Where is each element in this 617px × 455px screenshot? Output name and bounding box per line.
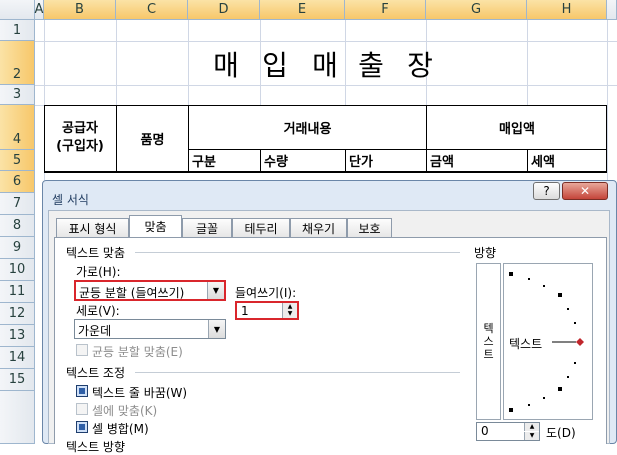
gridline: [116, 20, 117, 105]
row-header-12[interactable]: 12: [0, 303, 35, 325]
column-header-d[interactable]: D: [188, 0, 260, 20]
table-divider: [527, 149, 528, 173]
cell-supplier-line2: (구입자): [56, 139, 104, 154]
row-header-13[interactable]: 13: [0, 325, 35, 347]
orientation-label: 방향: [474, 246, 497, 260]
orientation-text: 텍스트: [509, 337, 543, 351]
indent-spinner[interactable]: 1 ▲ ▼: [235, 301, 299, 320]
row-header-15[interactable]: 15: [0, 369, 35, 391]
spinner-up-icon[interactable]: ▲: [524, 423, 539, 431]
vertical-alignment-select[interactable]: 가운데 ▼: [74, 319, 226, 339]
text-direction-group-label: 텍스트 방향: [66, 440, 126, 454]
row-header-10[interactable]: 10: [0, 259, 35, 281]
merge-cells-checkbox[interactable]: [76, 421, 88, 433]
cell-item-name[interactable]: 품명: [117, 125, 188, 151]
gridline: [35, 85, 617, 86]
vertical-text-char: 스: [483, 335, 494, 348]
row-header-1[interactable]: 1: [0, 20, 35, 41]
column-header-h[interactable]: H: [527, 0, 607, 20]
row-header-4[interactable]: 4: [0, 105, 35, 150]
vertical-label: 세로(V):: [76, 304, 120, 318]
shrink-to-fit-checkbox[interactable]: [76, 403, 88, 415]
row-header-14[interactable]: 14: [0, 347, 35, 369]
row-header-9[interactable]: 9: [0, 237, 35, 259]
orientation-dial[interactable]: 텍스트: [503, 263, 593, 420]
column-header-a[interactable]: A: [35, 0, 44, 20]
shrink-to-fit-label: 셀에 맞춤(K): [92, 404, 158, 418]
row-header-16[interactable]: [0, 391, 35, 444]
text-alignment-group-label: 텍스트 맞춤: [66, 246, 126, 260]
gridline: [527, 20, 528, 105]
row-header-5[interactable]: 5: [0, 150, 35, 171]
dialog-title: 셀 서식: [52, 193, 89, 207]
cell-supplier[interactable]: 공급자 (구입자): [45, 112, 115, 164]
row-header-11[interactable]: 11: [0, 281, 35, 303]
help-button[interactable]: ?: [533, 182, 560, 200]
column-header-e[interactable]: E: [260, 0, 345, 20]
chevron-down-icon[interactable]: ▼: [207, 282, 224, 299]
degrees-label: 도(D): [546, 426, 576, 440]
close-button[interactable]: ✕: [562, 182, 608, 200]
sheet-title-char[interactable]: 장: [404, 46, 436, 82]
row-header-2[interactable]: 2: [0, 41, 35, 85]
cell-transaction[interactable]: 거래내용: [189, 116, 426, 138]
wrap-text-checkbox[interactable]: [76, 385, 88, 397]
gridline: [188, 20, 189, 105]
cell-category[interactable]: 구분: [192, 150, 252, 171]
column-header-f[interactable]: F: [345, 0, 426, 20]
indent-value: 1: [241, 304, 249, 318]
horizontal-label: 가로(H):: [76, 265, 121, 279]
degrees-spinner[interactable]: 0 ▲ ▼: [476, 422, 540, 441]
row-header-7[interactable]: 7: [0, 193, 35, 215]
tab-number[interactable]: 표시 형식: [56, 218, 129, 237]
tab-font[interactable]: 글꼴: [182, 218, 232, 237]
justify-distributed-label: 균등 분할 맞춤(E): [92, 345, 183, 359]
degrees-value: 0: [481, 424, 489, 438]
column-header-b[interactable]: B: [44, 0, 116, 20]
vertical-text-char: 트: [483, 348, 494, 361]
column-header-next[interactable]: [607, 0, 617, 20]
cell-unit-price[interactable]: 단가: [349, 150, 409, 171]
gridline: [35, 41, 617, 42]
table-divider: [345, 149, 346, 173]
cell-quantity[interactable]: 수량: [264, 150, 324, 171]
cell-supplier-line1: 공급자: [62, 121, 98, 136]
sheet-title-char[interactable]: 입: [259, 46, 291, 82]
chevron-down-icon[interactable]: ▼: [208, 320, 225, 338]
table-divider: [260, 149, 261, 173]
vertical-text-char: 텍: [483, 322, 494, 335]
row-header-3[interactable]: 3: [0, 85, 35, 105]
wrap-text-label: 텍스트 줄 바꿈(W): [92, 386, 188, 400]
tab-border[interactable]: 테두리: [232, 218, 290, 237]
justify-distributed-checkbox[interactable]: [76, 344, 88, 356]
indent-label: 들여쓰기(I):: [235, 286, 297, 300]
vertical-text-box[interactable]: 텍 스 트: [476, 263, 501, 420]
select-all-corner[interactable]: [0, 0, 35, 20]
spinner-down-icon[interactable]: ▼: [282, 310, 297, 318]
horizontal-alignment-select[interactable]: 균등 분할 (들여쓰기) ▼: [74, 280, 226, 301]
cell-tax[interactable]: 세액: [531, 150, 591, 171]
tab-protection[interactable]: 보호: [347, 218, 392, 237]
sheet-title-char[interactable]: 매: [309, 46, 341, 82]
text-control-group-label: 텍스트 조정: [66, 366, 126, 380]
gridline: [345, 20, 346, 105]
merge-cells-label: 셀 병합(M): [92, 422, 149, 436]
column-header-c[interactable]: C: [116, 0, 188, 20]
gridline: [607, 20, 608, 180]
group-separator: [135, 252, 460, 253]
spinner-down-icon[interactable]: ▼: [524, 432, 539, 440]
sheet-title-char[interactable]: 매: [210, 46, 242, 82]
cell-amount[interactable]: 금액: [430, 150, 490, 171]
tab-alignment[interactable]: 맞춤: [129, 215, 182, 237]
vertical-alignment-value: 가운데: [78, 324, 112, 338]
row-header-8[interactable]: 8: [0, 215, 35, 237]
horizontal-alignment-value: 균등 분할 (들여쓰기): [79, 286, 185, 300]
group-separator: [135, 372, 460, 373]
column-header-g[interactable]: G: [426, 0, 527, 20]
tab-fill[interactable]: 채우기: [290, 218, 347, 237]
table-divider: [44, 171, 607, 173]
row-header-6[interactable]: 6: [0, 171, 35, 193]
sheet-title-char[interactable]: 출: [355, 46, 387, 82]
cell-purchase-amount[interactable]: 매입액: [427, 116, 607, 138]
